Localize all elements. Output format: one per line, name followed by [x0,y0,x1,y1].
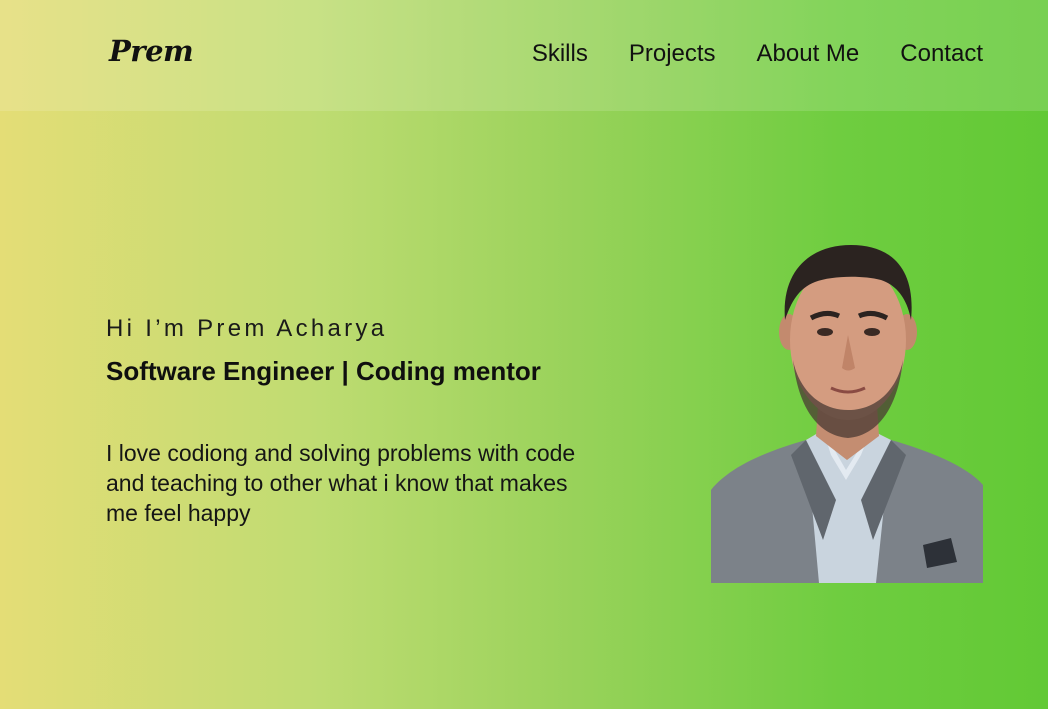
hero-bio: I love codiong and solving problems with… [106,440,576,526]
hero-role-title: Software Engineer | Coding mentor [106,356,541,386]
brand-logo[interactable]: Prem [109,34,194,68]
profile-photo [711,240,983,583]
nav-link-projects[interactable]: Projects [629,40,716,68]
site-header: Prem Skills Projects About Me Contact [0,0,1048,111]
nav-link-skills[interactable]: Skills [532,40,588,68]
nav-link-contact[interactable]: Contact [900,40,983,68]
main-nav: Skills Projects About Me Contact [532,40,983,68]
nav-link-about-me[interactable]: About Me [757,40,860,68]
hero-greeting: Hi I’m Prem Acharya [106,315,388,342]
